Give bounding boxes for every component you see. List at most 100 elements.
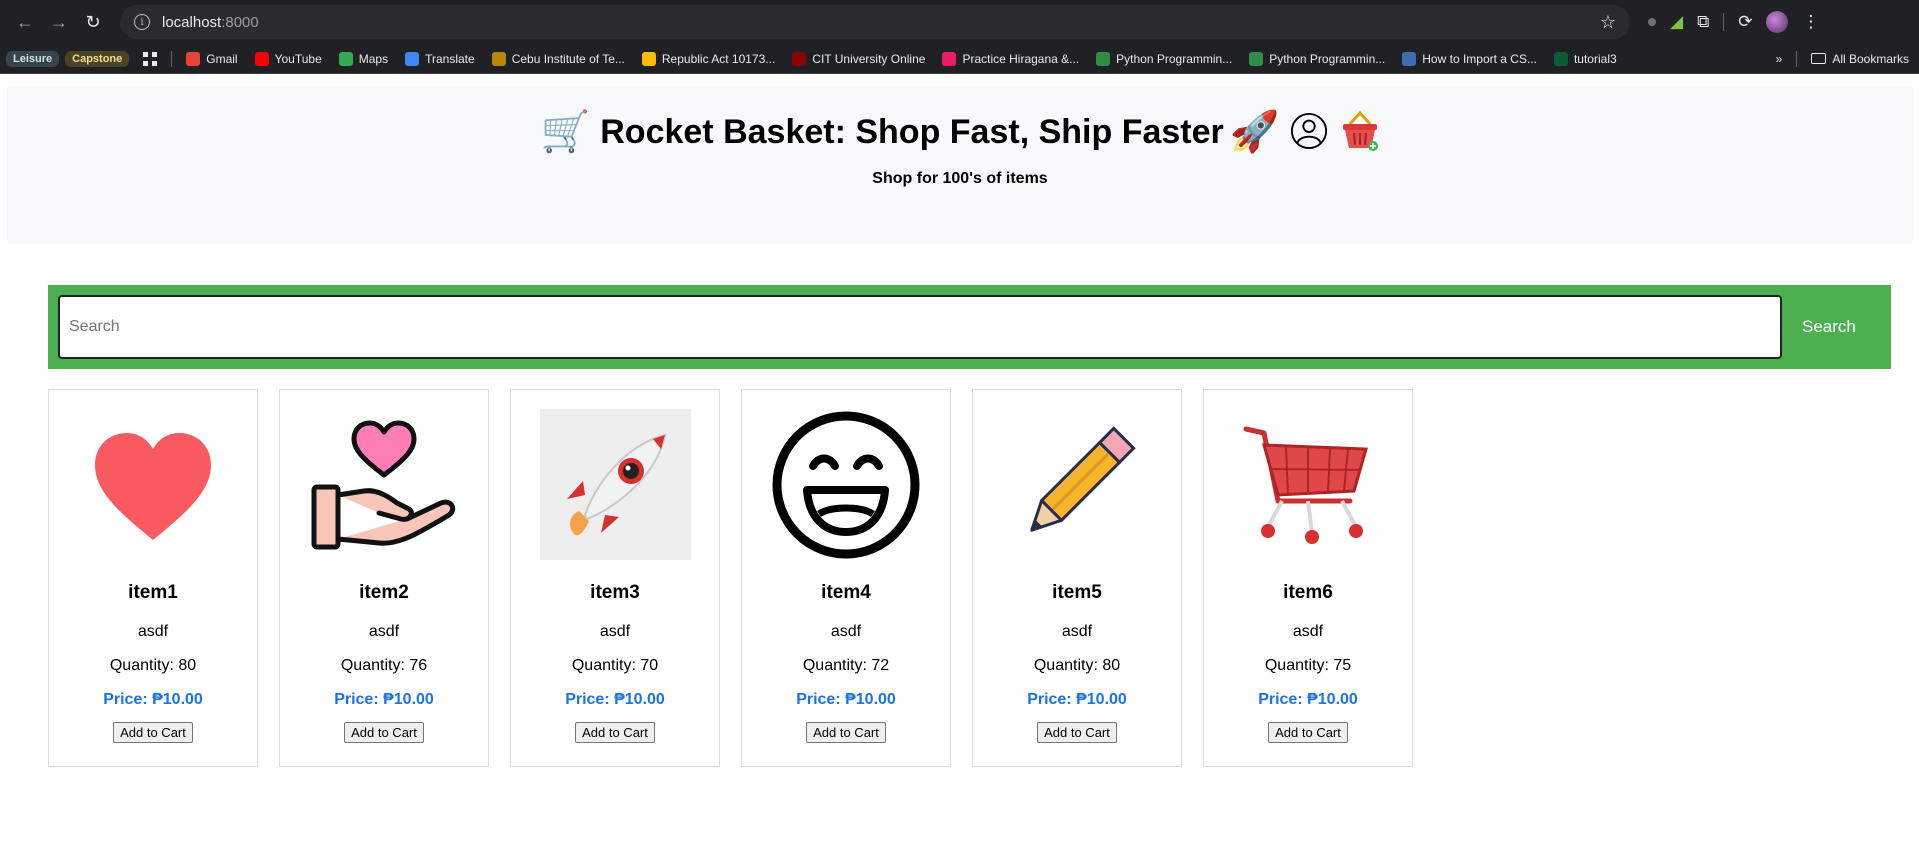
product-image bbox=[1002, 409, 1153, 560]
site-header: 🛒 Rocket Basket: Shop Fast, Ship Faster … bbox=[7, 86, 1913, 244]
product-description: asdf bbox=[137, 623, 169, 640]
product-card: item4 asdf Quantity: 72 Price: ₱10.00 Ad… bbox=[741, 389, 951, 767]
bookmark-link[interactable]: Maps bbox=[338, 51, 389, 66]
extensions-puzzle-icon[interactable]: ⧉ bbox=[1697, 12, 1709, 32]
bookmark-link[interactable]: Python Programmin... bbox=[1249, 51, 1386, 66]
browser-toolbar: ← → ↻ i localhost:8000 ☆ ◢ ⧉ ⟳ ⋮ bbox=[0, 0, 1919, 44]
product-price: Price: ₱10.00 bbox=[1258, 691, 1358, 708]
user-profile-icon[interactable] bbox=[1290, 112, 1328, 150]
product-description: asdf bbox=[830, 623, 862, 640]
bookmark-label: YouTube bbox=[274, 51, 322, 66]
bookmark-favicon-icon bbox=[186, 51, 201, 66]
product-description: asdf bbox=[1292, 623, 1324, 640]
extension-sync-icon[interactable]: ⟳ bbox=[1738, 12, 1752, 32]
product-card: item5 asdf Quantity: 80 Price: ₱10.00 Ad… bbox=[972, 389, 1182, 767]
bookmark-star-icon[interactable]: ☆ bbox=[1600, 12, 1616, 33]
bookmark-favicon-icon bbox=[942, 51, 957, 66]
bookmark-link[interactable]: CIT University Online bbox=[792, 51, 925, 66]
header-title-row: 🛒 Rocket Basket: Shop Fast, Ship Faster … bbox=[540, 108, 1379, 156]
toolbar-divider bbox=[1723, 13, 1725, 31]
search-input[interactable] bbox=[58, 295, 1782, 359]
all-bookmarks-label: All Bookmarks bbox=[1832, 51, 1909, 66]
basket-cart-icon[interactable] bbox=[1340, 110, 1380, 152]
hand-heart-icon bbox=[311, 420, 456, 549]
product-quantity: Quantity: 76 bbox=[340, 657, 428, 674]
product-quantity: Quantity: 72 bbox=[802, 657, 890, 674]
bookmark-link[interactable]: How to Import a CS... bbox=[1402, 51, 1537, 66]
all-bookmarks-link[interactable]: All Bookmarks bbox=[1811, 52, 1909, 66]
heart-icon bbox=[95, 432, 211, 540]
product-description: asdf bbox=[599, 623, 631, 640]
bookmark-label: tutorial3 bbox=[1573, 51, 1617, 66]
product-quantity: Quantity: 80 bbox=[1033, 657, 1121, 674]
product-price: Price: ₱10.00 bbox=[103, 691, 203, 708]
bookmark-label: Cebu Institute of Te... bbox=[511, 51, 625, 66]
extension-dot-icon[interactable] bbox=[1648, 18, 1656, 26]
rocket-icon bbox=[567, 433, 667, 535]
bookmark-link[interactable]: Translate bbox=[405, 51, 475, 66]
product-grid: item1 asdf Quantity: 80 Price: ₱10.00 Ad… bbox=[48, 389, 1919, 767]
bookmark-link[interactable]: Gmail bbox=[186, 51, 238, 66]
smiley-icon bbox=[772, 411, 920, 558]
bookmarks-divider-right bbox=[1796, 50, 1798, 67]
bookmark-label: Practice Hiragana &... bbox=[962, 51, 1080, 66]
bookmark-favicon-icon bbox=[1096, 51, 1111, 66]
page-title: Rocket Basket: Shop Fast, Ship Faster bbox=[600, 113, 1224, 151]
product-image bbox=[1233, 409, 1384, 560]
add-to-cart-button[interactable]: Add to Cart bbox=[1268, 722, 1348, 743]
add-to-cart-button[interactable]: Add to Cart bbox=[1037, 722, 1117, 743]
product-name: item5 bbox=[1052, 582, 1102, 603]
bookmark-label: Gmail bbox=[206, 51, 238, 66]
product-quantity: Quantity: 75 bbox=[1264, 657, 1352, 674]
apps-grid-icon[interactable] bbox=[143, 51, 158, 66]
extensions-area: ◢ ⧉ ⟳ ⋮ bbox=[1648, 11, 1819, 33]
add-to-cart-button[interactable]: Add to Cart bbox=[344, 722, 424, 743]
add-to-cart-button[interactable]: Add to Cart bbox=[113, 722, 193, 743]
extension-graph-icon[interactable]: ◢ bbox=[1670, 12, 1683, 32]
url-port: :8000 bbox=[221, 13, 259, 31]
product-image bbox=[771, 409, 922, 560]
product-quantity: Quantity: 70 bbox=[571, 657, 659, 674]
bookmark-favicon-icon bbox=[1402, 51, 1417, 66]
back-icon[interactable]: ← bbox=[8, 5, 42, 39]
bookmark-label: Python Programmin... bbox=[1269, 51, 1386, 66]
bookmark-favicon-icon bbox=[338, 51, 353, 66]
forward-icon[interactable]: → bbox=[42, 5, 76, 39]
bookmark-link[interactable]: Practice Hiragana &... bbox=[942, 51, 1080, 66]
bookmark-favicon-icon bbox=[792, 51, 807, 66]
site-info-icon[interactable]: i bbox=[134, 14, 150, 30]
bookmark-link[interactable]: tutorial3 bbox=[1553, 51, 1617, 66]
bookmarks-right: » All Bookmarks bbox=[1776, 50, 1913, 67]
bookmark-link[interactable]: YouTube bbox=[254, 51, 322, 66]
product-card: item1 asdf Quantity: 80 Price: ₱10.00 Ad… bbox=[48, 389, 258, 767]
bookmark-label: Python Programmin... bbox=[1116, 51, 1233, 66]
bookmark-link[interactable]: Republic Act 10173... bbox=[641, 51, 775, 66]
shopping-cart-icon bbox=[1243, 426, 1368, 544]
profile-avatar[interactable] bbox=[1766, 11, 1789, 33]
address-bar[interactable]: i localhost:8000 ☆ bbox=[120, 5, 1630, 39]
menu-kebab-icon[interactable]: ⋮ bbox=[1802, 12, 1819, 32]
add-to-cart-button[interactable]: Add to Cart bbox=[575, 722, 655, 743]
bookmark-folder-leisure[interactable]: Leisure bbox=[6, 50, 60, 67]
bookmark-favicon-icon bbox=[254, 51, 269, 66]
bookmark-folder-capstone[interactable]: Capstone bbox=[65, 50, 130, 67]
search-button[interactable]: Search bbox=[1802, 317, 1856, 337]
bookmark-label: Maps bbox=[358, 51, 389, 66]
bookmark-link[interactable]: Python Programmin... bbox=[1096, 51, 1233, 66]
bookmark-favicon-icon bbox=[491, 51, 506, 66]
search-bar: Search bbox=[48, 285, 1891, 369]
product-price: Price: ₱10.00 bbox=[565, 691, 665, 708]
add-to-cart-button[interactable]: Add to Cart bbox=[806, 722, 886, 743]
pencil-icon bbox=[1030, 425, 1136, 532]
bookmark-favicon-icon bbox=[1553, 51, 1568, 66]
more-bookmarks-icon[interactable]: » bbox=[1776, 52, 1783, 66]
product-description: asdf bbox=[368, 623, 400, 640]
product-description: asdf bbox=[1061, 623, 1093, 640]
page-subtitle: Shop for 100's of items bbox=[872, 170, 1048, 187]
product-name: item2 bbox=[359, 582, 409, 603]
bookmark-link[interactable]: Cebu Institute of Te... bbox=[491, 51, 625, 66]
reload-icon[interactable]: ↻ bbox=[76, 5, 110, 39]
product-card: item6 asdf Quantity: 75 Price: ₱10.00 Ad… bbox=[1203, 389, 1413, 767]
product-price: Price: ₱10.00 bbox=[334, 691, 434, 708]
folder-icon bbox=[1811, 53, 1827, 64]
